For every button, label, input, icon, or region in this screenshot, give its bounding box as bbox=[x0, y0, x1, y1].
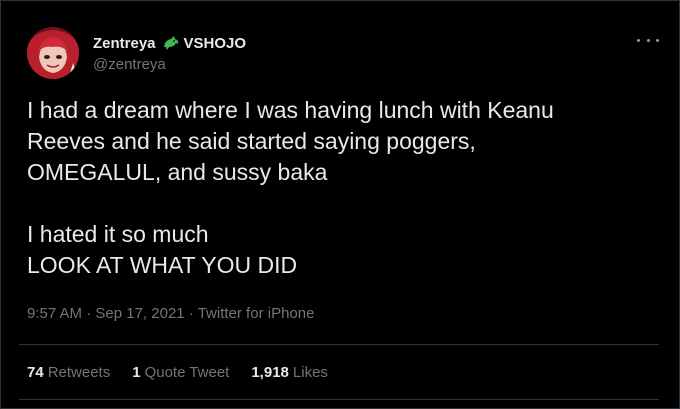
tweet-line: I had a dream where I was having lunch w… bbox=[27, 97, 554, 123]
tweet-meta: 9:57 AM · Sep 17, 2021 · Twitter for iPh… bbox=[27, 305, 314, 322]
quote-label: Quote Tweet bbox=[144, 364, 230, 381]
display-name[interactable]: Zentreya bbox=[93, 35, 156, 52]
avatar[interactable] bbox=[27, 27, 79, 79]
dragon-icon[interactable] bbox=[162, 35, 180, 51]
tweet-card: Zentreya VSHOJO @zentreya I had a dream … bbox=[0, 0, 680, 409]
author-block: Zentreya VSHOJO @zentreya bbox=[93, 33, 246, 74]
tweet-stats: 74 Retweets 1 Quote Tweet 1,918 Likes bbox=[27, 364, 350, 381]
more-options-icon[interactable] bbox=[637, 33, 659, 47]
dot bbox=[637, 38, 640, 42]
tweet-date[interactable]: Sep 17, 2021 bbox=[95, 305, 184, 322]
name-row: Zentreya VSHOJO bbox=[93, 33, 246, 53]
divider bbox=[19, 344, 659, 345]
quote-count: 1 bbox=[132, 364, 141, 381]
org-name[interactable]: VSHOJO bbox=[184, 35, 247, 52]
retweets-count: 74 bbox=[27, 364, 44, 381]
tweet-header: Zentreya VSHOJO @zentreya bbox=[27, 27, 667, 81]
user-handle[interactable]: @zentreya bbox=[93, 56, 246, 73]
tweet-line: OMEGALUL, and sussy baka bbox=[27, 159, 328, 185]
retweets-stat[interactable]: 74 Retweets bbox=[27, 364, 110, 381]
retweets-label: Retweets bbox=[47, 364, 111, 381]
likes-stat[interactable]: 1,918 Likes bbox=[251, 364, 328, 381]
divider bbox=[19, 399, 659, 400]
tweet-line: I hated it so much bbox=[27, 221, 209, 247]
tweet-body: I had a dream where I was having lunch w… bbox=[27, 95, 657, 281]
tweet-source[interactable]: Twitter for iPhone bbox=[198, 305, 315, 322]
likes-count: 1,918 bbox=[251, 364, 289, 381]
dot bbox=[646, 38, 650, 42]
tweet-line: Reeves and he said started saying pogger… bbox=[27, 128, 476, 154]
meta-separator: · bbox=[86, 305, 96, 322]
tweet-line: LOOK AT WHAT YOU DID bbox=[27, 252, 298, 278]
likes-label: Likes bbox=[292, 364, 328, 381]
quote-tweets-stat[interactable]: 1 Quote Tweet bbox=[132, 364, 229, 381]
dot bbox=[656, 38, 659, 42]
meta-separator: · bbox=[188, 305, 198, 322]
tweet-time[interactable]: 9:57 AM bbox=[27, 305, 82, 322]
